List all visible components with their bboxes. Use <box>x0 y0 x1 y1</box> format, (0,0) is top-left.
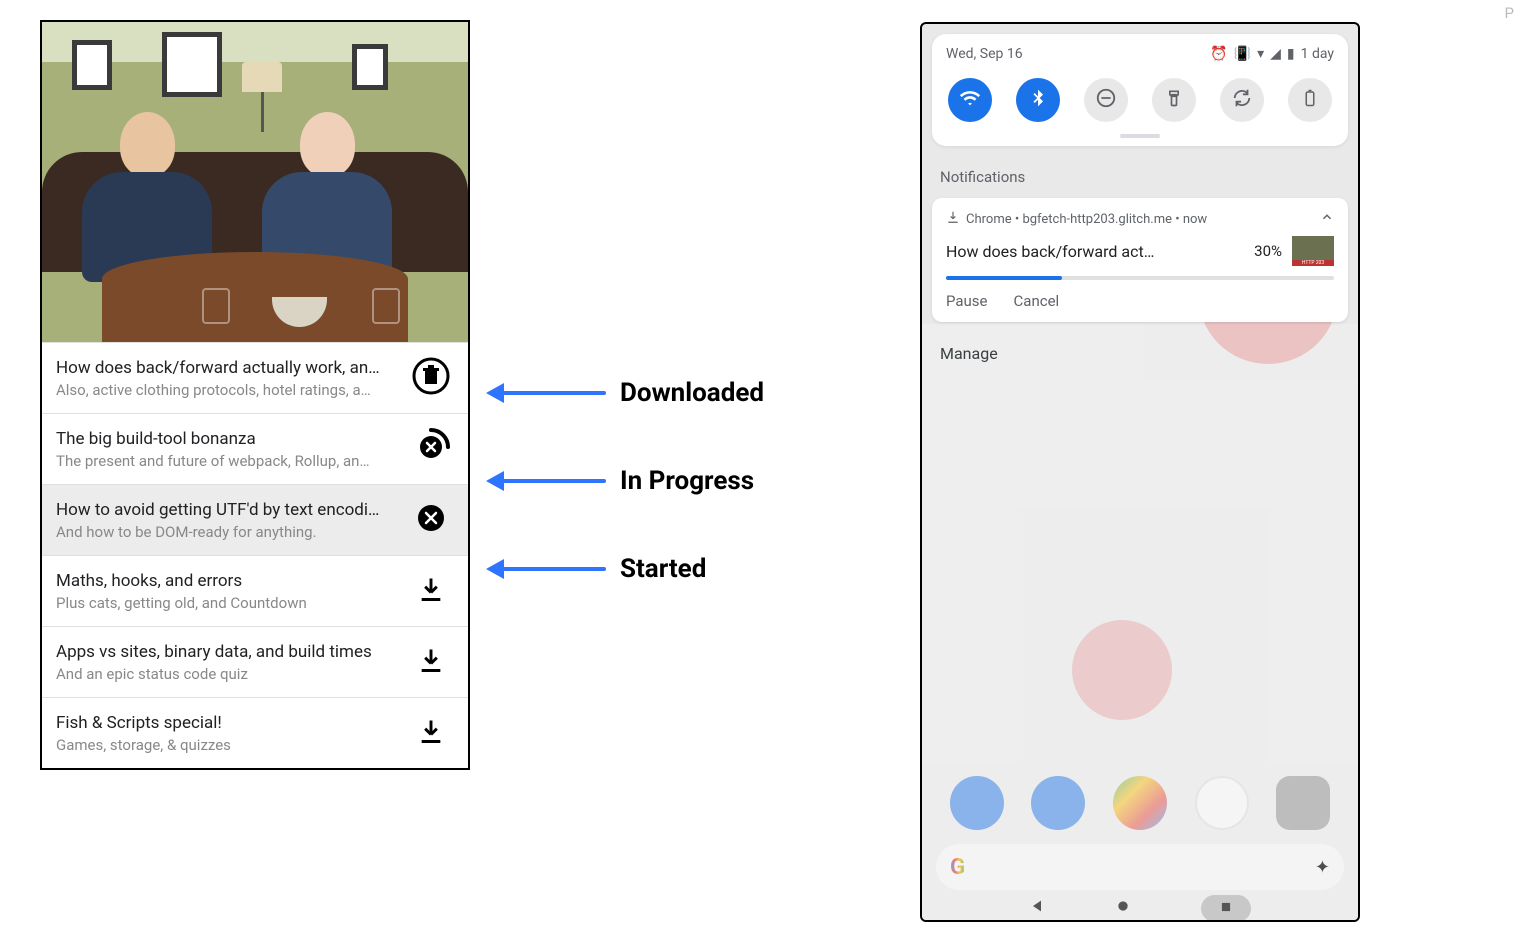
battery-text: 1 day <box>1301 46 1334 62</box>
cancel-icon[interactable] <box>416 503 446 537</box>
chrome-app-icon[interactable] <box>1195 776 1249 830</box>
wifi-status-icon: ▾ <box>1257 46 1264 62</box>
page-corner-marker: P <box>1505 4 1514 22</box>
messages-app-icon[interactable] <box>1031 776 1085 830</box>
episode-row[interactable]: Fish & Scripts special! Games, storage, &… <box>42 697 468 768</box>
notification-source: Chrome • bgfetch-http203.glitch.me • now <box>966 212 1207 227</box>
battery-status-icon: ▮ <box>1287 46 1295 62</box>
quick-settings-panel: Wed, Sep 16 ⏰ 📳 ▾ ◢ ▮ 1 day <box>932 34 1348 146</box>
annotation-downloaded: Downloaded <box>486 378 764 408</box>
cancel-button[interactable]: Cancel <box>1014 292 1060 310</box>
qs-tile-rotate[interactable] <box>1220 78 1264 122</box>
episode-title: How does back/forward actually work, an… <box>56 358 402 378</box>
cancel-progress-icon[interactable] <box>411 427 451 471</box>
episode-row[interactable]: How does back/forward actually work, an…… <box>42 342 468 413</box>
chevron-up-icon[interactable] <box>1320 210 1334 228</box>
download-progress-bar <box>946 276 1334 280</box>
episode-title: Apps vs sites, binary data, and build ti… <box>56 642 402 662</box>
hero-video-thumbnail[interactable] <box>42 22 468 342</box>
assistant-icon[interactable]: ✦ <box>1315 857 1330 878</box>
pause-button[interactable]: Pause <box>946 292 988 310</box>
download-notification[interactable]: Chrome • bgfetch-http203.glitch.me • now… <box>932 198 1348 322</box>
qs-tile-wifi[interactable] <box>948 78 992 122</box>
battery-saver-icon <box>1301 87 1319 113</box>
download-icon[interactable] <box>417 575 445 607</box>
arrow-icon <box>486 564 606 574</box>
manage-notifications-button[interactable]: Manage <box>922 322 1358 385</box>
android-nav-bar <box>922 896 1358 920</box>
annotation-label: In Progress <box>620 466 754 496</box>
vibrate-icon: 📳 <box>1234 46 1251 62</box>
app-dock <box>922 776 1358 830</box>
episode-subtitle: And an epic status code quiz <box>56 665 402 683</box>
notification-thumbnail <box>1292 236 1334 266</box>
episode-title: How to avoid getting UTF'd by text encod… <box>56 500 402 520</box>
google-search-bar[interactable]: G ✦ <box>936 844 1344 890</box>
notifications-header: Notifications <box>922 156 1358 198</box>
download-icon <box>946 210 960 228</box>
annotation-started: Started <box>486 554 706 584</box>
nav-recents-icon[interactable] <box>1201 895 1251 922</box>
download-icon[interactable] <box>417 646 445 678</box>
episode-row[interactable]: Apps vs sites, binary data, and build ti… <box>42 626 468 697</box>
episode-row[interactable]: How to avoid getting UTF'd by text encod… <box>42 484 468 555</box>
phone-app-icon[interactable] <box>950 776 1004 830</box>
episode-subtitle: Games, storage, & quizzes <box>56 736 402 754</box>
nav-back-icon[interactable] <box>1029 898 1045 918</box>
annotation-label: Started <box>620 554 706 584</box>
qs-tile-bluetooth[interactable] <box>1016 78 1060 122</box>
google-g-icon: G <box>950 855 965 880</box>
qs-tile-battery-saver[interactable] <box>1288 78 1332 122</box>
episode-title: The big build-tool bonanza <box>56 429 402 449</box>
signal-status-icon: ◢ <box>1270 46 1281 62</box>
episode-subtitle: Also, active clothing protocols, hotel r… <box>56 381 402 399</box>
flashlight-icon <box>1164 88 1184 112</box>
annotation-in-progress: In Progress <box>486 466 754 496</box>
panel-drag-handle[interactable] <box>1120 134 1160 138</box>
episode-title: Fish & Scripts special! <box>56 713 402 733</box>
home-wallpaper: G ✦ <box>922 324 1358 920</box>
alarm-icon: ⏰ <box>1210 46 1227 62</box>
arrow-icon <box>486 388 606 398</box>
status-icons: ⏰ 📳 ▾ ◢ ▮ 1 day <box>1210 46 1334 62</box>
episode-title: Maths, hooks, and errors <box>56 571 402 591</box>
status-date: Wed, Sep 16 <box>946 46 1023 62</box>
episode-subtitle: Plus cats, getting old, and Countdown <box>56 594 402 612</box>
notification-title: How does back/forward act… <box>946 242 1244 261</box>
android-phone: G ✦ Wed, Sep 16 ⏰ 📳 ▾ ◢ ▮ 1 day <box>920 22 1360 922</box>
wifi-icon <box>959 87 981 113</box>
download-icon[interactable] <box>417 717 445 749</box>
notification-percent: 30% <box>1254 242 1282 260</box>
episode-row[interactable]: Maths, hooks, and errors Plus cats, getti… <box>42 555 468 626</box>
qs-tile-flashlight[interactable] <box>1152 78 1196 122</box>
qs-tile-dnd[interactable] <box>1084 78 1128 122</box>
episode-subtitle: And how to be DOM-ready for anything. <box>56 523 402 541</box>
episode-subtitle: The present and future of webpack, Rollu… <box>56 452 402 470</box>
bluetooth-icon <box>1028 88 1048 112</box>
nav-home-icon[interactable] <box>1115 898 1131 918</box>
dnd-icon <box>1095 87 1117 113</box>
app-list-phone: How does back/forward actually work, an…… <box>40 20 470 770</box>
episode-row[interactable]: The big build-tool bonanza The present an… <box>42 413 468 484</box>
delete-icon[interactable] <box>411 356 451 400</box>
play-store-app-icon[interactable] <box>1113 776 1167 830</box>
annotation-label: Downloaded <box>620 378 764 408</box>
camera-app-icon[interactable] <box>1276 776 1330 830</box>
arrow-icon <box>486 476 606 486</box>
rotate-icon <box>1231 87 1253 113</box>
